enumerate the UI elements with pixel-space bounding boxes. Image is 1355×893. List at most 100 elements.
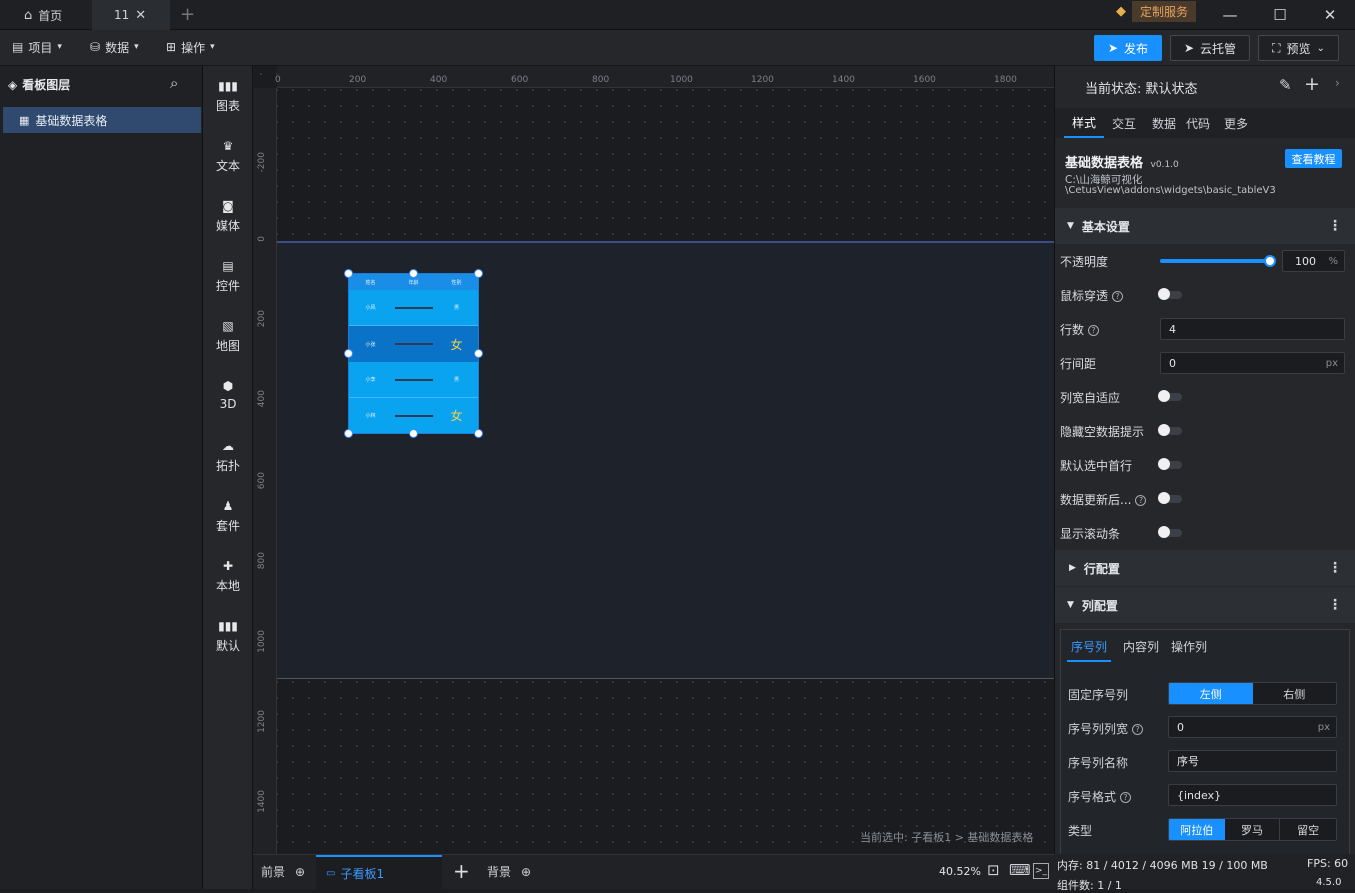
maximize-icon[interactable]: ☐: [1255, 0, 1305, 30]
tab-style[interactable]: 样式: [1064, 108, 1104, 138]
component-topology[interactable]: ☁ 拓扑: [203, 428, 253, 484]
resize-handle[interactable]: [344, 429, 353, 438]
rows-input[interactable]: 4: [1160, 318, 1345, 340]
tab-interaction[interactable]: 交互: [1104, 115, 1144, 132]
zoom-level[interactable]: 40.52%: [939, 865, 981, 878]
tab-index-col[interactable]: 序号列: [1067, 638, 1112, 662]
resize-handle[interactable]: [474, 269, 483, 278]
terminal-icon[interactable]: >_: [1033, 863, 1049, 879]
basic-data-table-widget[interactable]: 姓名 年龄 性别 小风 男 小张 女 小李 男 小林 女: [348, 273, 479, 434]
resize-handle[interactable]: [474, 429, 483, 438]
widget-path: \CetusView\addons\widgets\basic_tableV3: [1065, 185, 1276, 196]
resize-handle[interactable]: [409, 429, 418, 438]
help-icon[interactable]: ?: [1112, 290, 1124, 302]
preview-button[interactable]: ⛶ 预览 ⌄: [1258, 35, 1339, 61]
window-close-icon[interactable]: ✕: [1305, 0, 1355, 30]
component-default[interactable]: ▮▮▮ 默认: [203, 608, 253, 664]
chevron-down-icon: ▾: [210, 42, 215, 52]
setting-show-scrollbar: 显示滚动条: [1055, 516, 1355, 550]
help-icon[interactable]: ?: [1132, 724, 1144, 735]
resize-handle[interactable]: [344, 269, 353, 278]
type-empty-option[interactable]: 留空: [1280, 819, 1336, 840]
unit-label: px: [1325, 357, 1338, 369]
menu-operation[interactable]: ⊞ 操作 ▾: [166, 36, 215, 58]
tab-sub-board[interactable]: ▭ 子看板1: [316, 855, 442, 889]
resize-handle[interactable]: [344, 349, 353, 358]
opacity-input[interactable]: 100 %: [1282, 250, 1345, 272]
cloud-host-button[interactable]: ➤ 云托管: [1170, 35, 1250, 61]
opacity-slider[interactable]: [1160, 259, 1272, 263]
add-board-button[interactable]: +: [453, 859, 470, 883]
mouse-through-toggle[interactable]: [1158, 288, 1182, 300]
resize-handle[interactable]: [409, 269, 418, 278]
table-row[interactable]: 小李 男: [349, 362, 478, 398]
tab-board-11[interactable]: 11 ✕: [92, 0, 170, 30]
help-icon[interactable]: ?: [1088, 324, 1100, 336]
component-map[interactable]: ▧ 地图: [203, 308, 253, 364]
tab-background[interactable]: 背景 ⊕: [487, 863, 531, 880]
component-control[interactable]: ▤ 控件: [203, 248, 253, 304]
tab-content-col[interactable]: 内容列: [1123, 638, 1159, 662]
more-vertical-icon[interactable]: ⋮: [1328, 218, 1342, 234]
section-basic-settings[interactable]: ▼ 基本设置 ⋮: [1055, 208, 1355, 244]
fps-value: 60: [1334, 857, 1349, 870]
add-circle-icon[interactable]: ⊕: [521, 865, 531, 879]
component-media[interactable]: ◙ 媒体: [203, 188, 253, 244]
ruler-tick-label: 1000: [257, 630, 267, 653]
table-row[interactable]: 小张 女: [349, 326, 478, 362]
table-row[interactable]: 小风 男: [349, 290, 478, 326]
add-state-icon[interactable]: +: [1304, 73, 1320, 95]
more-vertical-icon[interactable]: ⋮: [1328, 597, 1342, 613]
help-icon[interactable]: ?: [1135, 494, 1147, 506]
data-update-toggle[interactable]: [1158, 492, 1182, 504]
keyboard-icon[interactable]: ⌨: [1009, 861, 1031, 879]
col-auto-toggle[interactable]: [1158, 390, 1182, 402]
component-chart[interactable]: ▮▮▮ 图表: [203, 68, 253, 124]
search-icon[interactable]: ⌕: [170, 74, 178, 92]
hide-empty-toggle[interactable]: [1158, 424, 1182, 436]
tab-data[interactable]: 数据: [1144, 115, 1184, 132]
row-gap-input[interactable]: 0 px: [1160, 352, 1345, 374]
type-roman-option[interactable]: 罗马: [1224, 819, 1281, 840]
help-icon[interactable]: ?: [1120, 792, 1132, 803]
tab-foreground-label: 前景: [261, 865, 286, 879]
fit-screen-icon[interactable]: ⊡: [987, 861, 1000, 879]
chevron-right-icon[interactable]: ›: [1335, 76, 1340, 90]
more-vertical-icon[interactable]: ⋮: [1328, 560, 1342, 576]
add-circle-icon[interactable]: ⊕: [295, 865, 305, 879]
tab-home[interactable]: ⌂ 首页: [14, 0, 72, 30]
new-tab-button[interactable]: +: [180, 4, 195, 25]
custom-service-button[interactable]: ◆ 定制服务: [1116, 0, 1197, 22]
component-text[interactable]: ♛ 文本: [203, 128, 253, 184]
type-arabic-option[interactable]: 阿拉伯: [1169, 819, 1225, 840]
layer-item[interactable]: ▦ 基础数据表格: [3, 107, 201, 133]
tab-code[interactable]: 代码: [1184, 115, 1212, 132]
index-width-input[interactable]: 0 px: [1168, 716, 1337, 738]
component-suite[interactable]: ♟ 套件: [203, 488, 253, 544]
edit-icon[interactable]: ✎: [1279, 76, 1292, 94]
section-col-config[interactable]: ▼ 列配置 ⋮: [1055, 587, 1355, 623]
view-tutorial-button[interactable]: 查看教程: [1285, 149, 1342, 168]
component-3d[interactable]: ⬢ 3D: [203, 366, 253, 422]
section-row-config[interactable]: ▶ 行配置 ⋮: [1055, 550, 1355, 586]
fixed-left-option[interactable]: 左侧: [1169, 683, 1253, 704]
menu-project[interactable]: ▤ 项目 ▾: [12, 36, 62, 58]
table-row[interactable]: 小林 女: [349, 398, 478, 433]
close-icon[interactable]: ✕: [135, 8, 146, 23]
show-scrollbar-toggle[interactable]: [1158, 526, 1182, 538]
ruler-tick-label: 0: [257, 236, 267, 242]
ruler-tick-label: 1200: [257, 710, 267, 733]
menu-data[interactable]: ⛁ 数据 ▾: [90, 36, 139, 58]
opacity-slider-thumb[interactable]: [1264, 255, 1276, 267]
tab-action-col[interactable]: 操作列: [1171, 638, 1207, 662]
minimize-icon[interactable]: —: [1205, 0, 1255, 30]
resize-handle[interactable]: [474, 349, 483, 358]
index-format-input[interactable]: {index}: [1168, 784, 1337, 806]
index-name-input[interactable]: 序号: [1168, 750, 1337, 772]
fixed-right-option[interactable]: 右侧: [1252, 683, 1336, 704]
tab-more[interactable]: 更多: [1212, 115, 1260, 132]
component-local[interactable]: ✚ 本地: [203, 548, 253, 604]
select-first-toggle[interactable]: [1158, 458, 1182, 470]
publish-button[interactable]: ➤ 发布: [1094, 35, 1162, 61]
tab-foreground[interactable]: 前景 ⊕: [261, 863, 305, 880]
